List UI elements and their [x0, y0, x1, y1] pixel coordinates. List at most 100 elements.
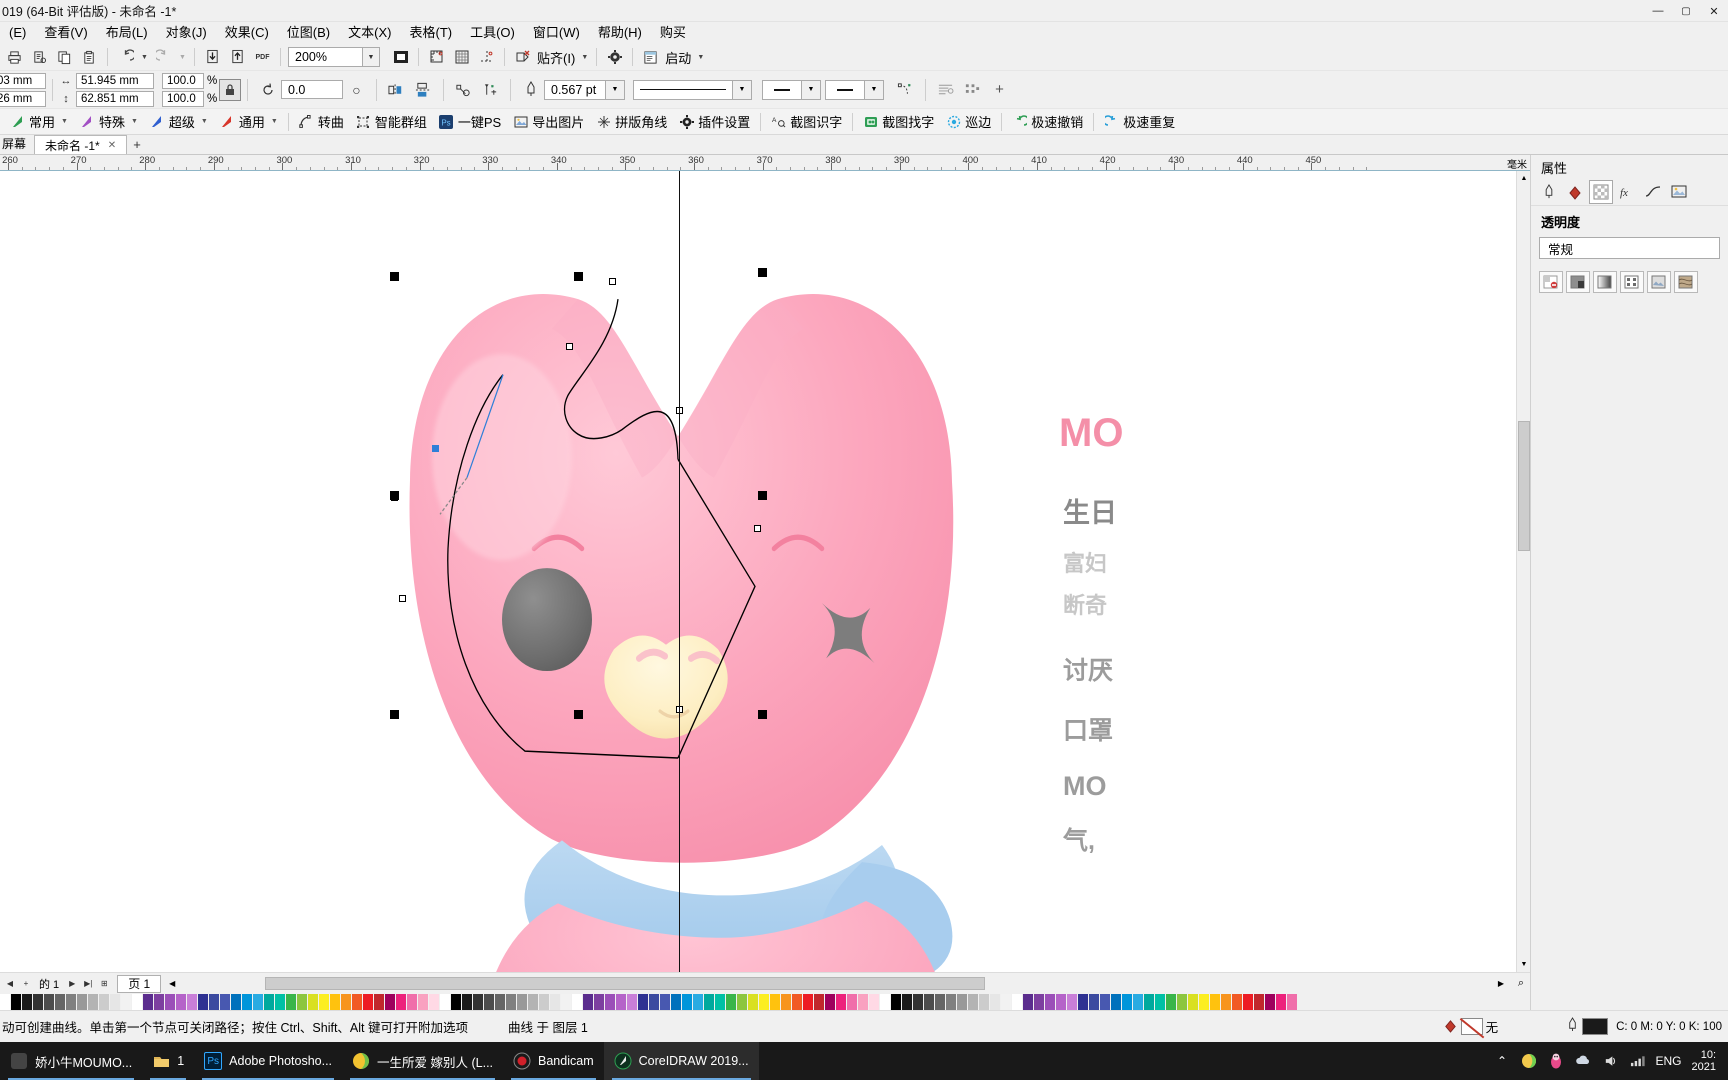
palette-swatch-73[interactable] — [803, 994, 814, 1010]
palette-swatch-17[interactable] — [187, 994, 198, 1010]
full-screen-preview-icon[interactable] — [388, 45, 413, 69]
palette-swatch-46[interactable] — [506, 994, 517, 1010]
plugin-button-极速撤销[interactable]: 极速撤销 — [1006, 110, 1089, 134]
transparency-type-texture-transparency-icon[interactable] — [1674, 271, 1698, 293]
menu-item-0[interactable]: (E) — [0, 22, 35, 44]
path-node-6[interactable] — [390, 493, 398, 501]
palette-swatch-42[interactable] — [462, 994, 473, 1010]
palette-swatch-25[interactable] — [275, 994, 286, 1010]
language-indicator[interactable]: ENG — [1656, 1054, 1682, 1068]
palette-swatch-80[interactable] — [880, 994, 891, 1010]
menu-item-5[interactable]: 位图(B) — [278, 22, 339, 44]
vertical-scroll-thumb[interactable] — [1518, 421, 1530, 551]
vertical-scrollbar[interactable]: ▲ ▼ — [1516, 171, 1530, 972]
chevron-down-icon[interactable]: ▼ — [199, 118, 208, 125]
transparency-mode-select[interactable]: 常规 — [1539, 237, 1720, 259]
wireframe-icon[interactable] — [450, 77, 477, 103]
palette-swatch-90[interactable] — [990, 994, 1001, 1010]
palette-swatch-78[interactable] — [858, 994, 869, 1010]
palette-swatch-85[interactable] — [935, 994, 946, 1010]
taskbar-item-1[interactable]: 1 — [142, 1042, 194, 1080]
palette-swatch-112[interactable] — [1232, 994, 1243, 1010]
outline-pen-icon[interactable] — [517, 77, 544, 103]
options-gear-icon[interactable] — [602, 45, 627, 69]
launch-window-icon[interactable] — [638, 45, 663, 69]
palette-swatch-23[interactable] — [253, 994, 264, 1010]
scroll-right-arrow-icon[interactable]: ▶ — [1494, 976, 1508, 991]
start-arrowhead-preview[interactable] — [762, 79, 802, 100]
plugin-button-特殊[interactable]: 特殊 ▼ — [74, 110, 144, 134]
palette-swatch-39[interactable] — [429, 994, 440, 1010]
palette-swatch-31[interactable] — [341, 994, 352, 1010]
horizontal-scrollbar[interactable]: ◀ ▶ — [165, 976, 1508, 991]
scroll-down-arrow-icon[interactable]: ▼ — [1517, 957, 1530, 972]
palette-swatch-98[interactable] — [1078, 994, 1089, 1010]
snap-off-icon[interactable] — [510, 45, 535, 69]
menu-item-4[interactable]: 效果(C) — [216, 22, 278, 44]
palette-swatch-48[interactable] — [528, 994, 539, 1010]
mirror-horizontal-icon[interactable] — [383, 77, 410, 103]
palette-swatch-70[interactable] — [770, 994, 781, 1010]
line-style-preview[interactable] — [633, 79, 733, 100]
clock[interactable]: 10: 2021 — [1692, 1049, 1720, 1073]
palette-swatch-102[interactable] — [1122, 994, 1133, 1010]
palette-swatch-15[interactable] — [165, 994, 176, 1010]
outline-color-indicator[interactable] — [1566, 1017, 1609, 1036]
horizontal-scroll-thumb[interactable] — [265, 977, 986, 990]
palette-swatch-40[interactable] — [440, 994, 451, 1010]
menu-item-1[interactable]: 查看(V) — [35, 22, 96, 44]
palette-swatch-105[interactable] — [1155, 994, 1166, 1010]
taskbar-item-0[interactable]: 娇小牛MOUMO... — [0, 1042, 142, 1080]
chevron-down-icon[interactable]: ▼ — [129, 118, 138, 125]
scroll-up-arrow-icon[interactable]: ▲ — [1517, 171, 1530, 186]
palette-swatch-96[interactable] — [1056, 994, 1067, 1010]
end-arrowhead-dropdown-arrow-icon[interactable]: ▼ — [865, 79, 884, 100]
palette-swatch-67[interactable] — [737, 994, 748, 1010]
palette-swatch-41[interactable] — [451, 994, 462, 1010]
plugin-button-截图找字[interactable]: 截图找字 — [857, 110, 940, 134]
speaker-icon[interactable] — [1602, 1053, 1619, 1070]
artboard[interactable]: MO 生日 富妇 断奇 讨厌 口罩 MO 气, — [262, 171, 1123, 972]
path-node-5[interactable] — [398, 594, 406, 602]
palette-swatch-114[interactable] — [1254, 994, 1265, 1010]
color-palette[interactable] — [0, 994, 1530, 1010]
end-arrowhead-preview[interactable] — [825, 79, 865, 100]
palette-swatch-66[interactable] — [726, 994, 737, 1010]
line-style-dropdown-arrow-icon[interactable]: ▼ — [733, 79, 752, 100]
palette-swatch-107[interactable] — [1177, 994, 1188, 1010]
taskbar-item-5[interactable]: CoreIDRAW 2019... — [603, 1042, 759, 1080]
page-tab-1[interactable]: 页 1 — [117, 974, 162, 993]
palette-swatch-16[interactable] — [176, 994, 187, 1010]
palette-swatch-13[interactable] — [143, 994, 154, 1010]
cloud-icon[interactable] — [1575, 1053, 1592, 1070]
palette-swatch-76[interactable] — [836, 994, 847, 1010]
palette-swatch-4[interactable] — [44, 994, 55, 1010]
palette-swatch-24[interactable] — [264, 994, 275, 1010]
menu-item-10[interactable]: 帮助(H) — [589, 22, 651, 44]
show-grid-icon[interactable] — [449, 45, 474, 69]
palette-swatch-18[interactable] — [198, 994, 209, 1010]
redo-dropdown-arrow-icon[interactable]: ▼ — [176, 45, 189, 69]
palette-swatch-82[interactable] — [902, 994, 913, 1010]
outline-width-dropdown-arrow-icon[interactable]: ▼ — [606, 79, 625, 100]
palette-swatch-75[interactable] — [825, 994, 836, 1010]
palette-swatch-3[interactable] — [33, 994, 44, 1010]
palette-swatch-37[interactable] — [407, 994, 418, 1010]
palette-swatch-5[interactable] — [55, 994, 66, 1010]
palette-swatch-69[interactable] — [759, 994, 770, 1010]
palette-swatch-99[interactable] — [1089, 994, 1100, 1010]
transparency-type-fountain-transparency-icon[interactable] — [1593, 271, 1617, 293]
selection-handle-6[interactable] — [574, 710, 583, 719]
palette-swatch-94[interactable] — [1034, 994, 1045, 1010]
plugin-button-极速重复[interactable]: 极速重复 — [1098, 110, 1181, 134]
rotation-angle-input[interactable]: 0.0 — [281, 80, 343, 99]
transparency-type-vector-pattern-transparency-icon[interactable] — [1620, 271, 1644, 293]
undo-icon[interactable] — [113, 45, 138, 69]
palette-swatch-100[interactable] — [1100, 994, 1111, 1010]
add-page-right-icon[interactable]: ⊞ — [97, 976, 111, 992]
plugin-button-巡边[interactable]: 巡边 — [940, 110, 997, 134]
plugin-button-插件设置[interactable]: 插件设置 — [673, 110, 756, 134]
add-page-left-icon[interactable]: + — [19, 976, 33, 992]
palette-swatch-11[interactable] — [121, 994, 132, 1010]
taskbar-item-3[interactable]: 一生所爱 嫁别人 (L... — [342, 1042, 503, 1080]
